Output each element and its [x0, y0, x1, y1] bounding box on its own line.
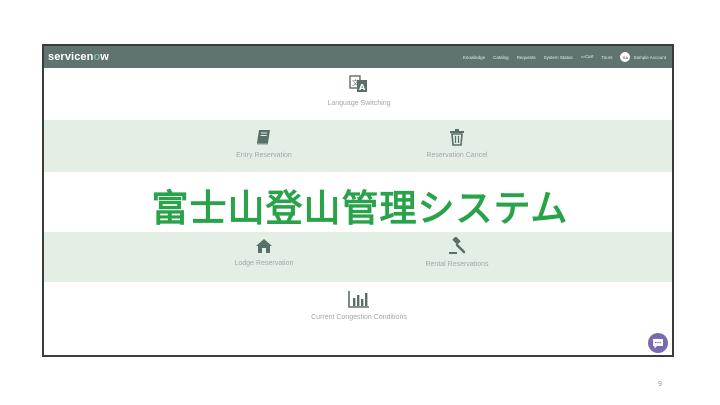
- tile-language-switching[interactable]: 文 A Language Switching: [274, 74, 444, 107]
- tile-congestion-label: Current Congestion Conditions: [311, 314, 407, 321]
- tile-row-reservation: [44, 120, 672, 172]
- nav-knowledge[interactable]: Knowledge: [463, 55, 485, 60]
- tile-lodge-label: Lodge Reservation: [234, 260, 294, 267]
- nav-cart[interactable]: ▭Cart: [581, 54, 594, 60]
- book-icon: [257, 130, 270, 145]
- trash-icon: [450, 129, 464, 146]
- nav-tours[interactable]: Tours: [601, 55, 612, 60]
- tile-entry-label: Entry Reservation: [236, 152, 292, 159]
- svg-text:文: 文: [352, 78, 359, 87]
- top-navigation-bar: servicenow Knowledge Catalog Requests Sy…: [44, 46, 672, 68]
- chat-button[interactable]: [648, 333, 668, 353]
- chat-icon: [653, 338, 663, 348]
- system-title-overlay: 富士山登山管理システム: [151, 187, 569, 230]
- user-menu[interactable]: SA Sample Account: [620, 52, 666, 62]
- nav-requests[interactable]: Requests: [517, 55, 536, 60]
- tile-rental-reservations[interactable]: Rental Reservations: [372, 237, 542, 268]
- tile-congestion-conditions[interactable]: Current Congestion Conditions: [274, 290, 444, 321]
- avatar: SA: [620, 52, 631, 62]
- page-number: 9: [658, 381, 662, 388]
- tile-reservation-cancel[interactable]: Reservation Cancel: [372, 128, 542, 159]
- svg-text:A: A: [359, 83, 366, 92]
- nav-catalog[interactable]: Catalog: [493, 55, 509, 60]
- servicenow-logo[interactable]: servicenow: [48, 51, 109, 63]
- tile-cancel-label: Reservation Cancel: [426, 152, 488, 159]
- translate-icon: 文 A: [349, 75, 367, 92]
- user-name: Sample Account: [633, 54, 666, 60]
- gavel-icon: [449, 237, 466, 254]
- home-icon: [256, 239, 272, 253]
- nav-menu: Knowledge Catalog Requests System Status…: [463, 52, 666, 62]
- tile-entry-reservation[interactable]: Entry Reservation: [179, 128, 349, 159]
- tile-row-lodge-rental: [44, 232, 672, 282]
- tile-rental-label: Rental Reservations: [425, 261, 489, 268]
- bar-chart-icon: [348, 291, 369, 308]
- tile-language-label: Language Switching: [327, 100, 391, 107]
- tile-lodge-reservation[interactable]: Lodge Reservation: [179, 238, 349, 267]
- nav-system-status[interactable]: System Status: [544, 55, 573, 60]
